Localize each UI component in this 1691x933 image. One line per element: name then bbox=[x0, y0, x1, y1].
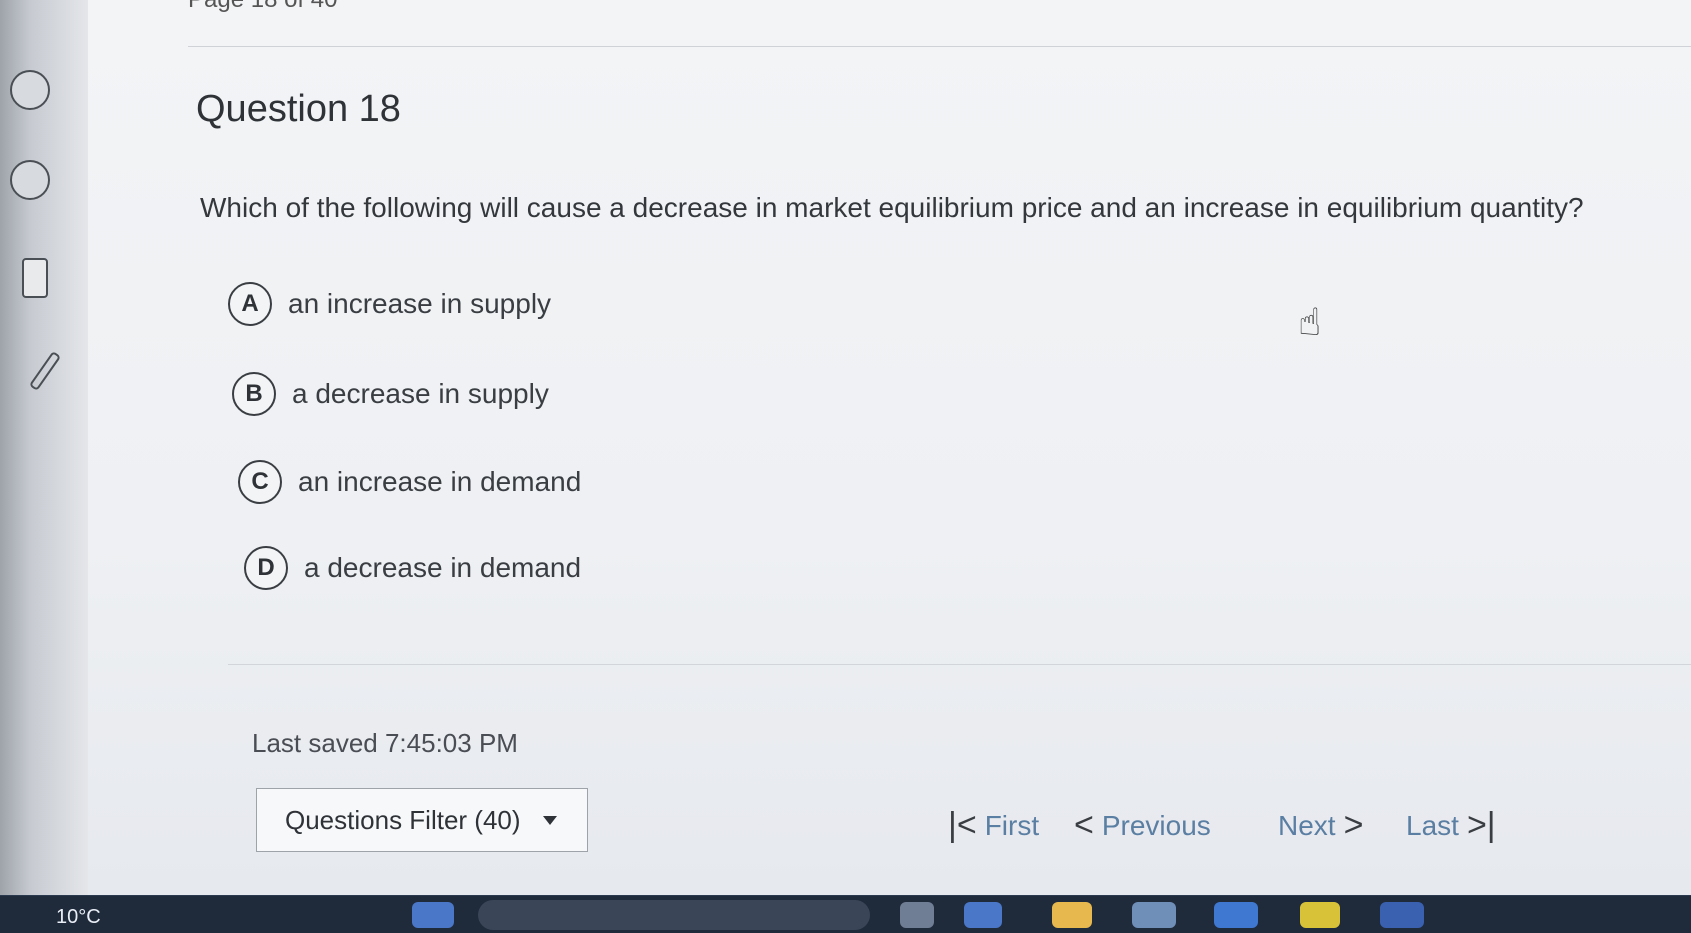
answer-option-a[interactable]: A an increase in supply bbox=[228, 282, 551, 326]
next-button[interactable]: Next > bbox=[1278, 806, 1363, 845]
calculator-icon[interactable] bbox=[22, 258, 48, 298]
first-label: First bbox=[984, 809, 1040, 841]
page-counter: Page 18 of 40 bbox=[188, 0, 337, 14]
app-icon[interactable] bbox=[1132, 902, 1176, 928]
questions-filter-dropdown[interactable]: Questions Filter (40) bbox=[256, 788, 588, 852]
taskbar: 10°C bbox=[0, 895, 1691, 933]
pen-icon[interactable] bbox=[30, 350, 60, 390]
first-button[interactable]: |< First bbox=[948, 806, 1039, 845]
app-icon[interactable] bbox=[1380, 902, 1424, 928]
last-label: Last bbox=[1406, 809, 1459, 841]
option-text: an increase in demand bbox=[298, 466, 582, 497]
last-saved-status: Last saved 7:45:03 PM bbox=[252, 728, 518, 758]
folder-icon[interactable] bbox=[1052, 902, 1092, 928]
question-title: Question 18 bbox=[196, 88, 401, 130]
question-text: Which of the following will cause a decr… bbox=[200, 192, 1584, 223]
chevron-left-icon: < bbox=[1074, 806, 1094, 844]
app-icon[interactable] bbox=[964, 902, 1002, 928]
question-page: Page 18 of 40 Question 18 Which of the f… bbox=[88, 0, 1691, 895]
answer-option-c[interactable]: C an increase in demand bbox=[238, 460, 581, 504]
timer-icon[interactable] bbox=[10, 160, 50, 200]
first-page-icon: |< bbox=[948, 806, 977, 844]
option-letter-badge: D bbox=[244, 546, 288, 590]
option-letter-badge: A bbox=[228, 282, 272, 326]
windows-start-icon[interactable] bbox=[412, 902, 454, 928]
caret-down-icon bbox=[542, 815, 557, 825]
last-page-icon: >| bbox=[1466, 806, 1496, 844]
weather-widget[interactable]: 10°C bbox=[56, 906, 101, 929]
previous-button[interactable]: < Previous bbox=[1074, 806, 1211, 845]
option-text: an increase in supply bbox=[288, 288, 552, 319]
next-label: Next bbox=[1278, 809, 1336, 841]
clock-icon[interactable] bbox=[10, 70, 50, 110]
answer-option-d[interactable]: D a decrease in demand bbox=[244, 546, 581, 590]
chevron-right-icon: > bbox=[1343, 806, 1364, 844]
left-tool-rail bbox=[0, 0, 89, 895]
divider bbox=[188, 46, 1691, 47]
previous-label: Previous bbox=[1101, 809, 1211, 841]
hand-pointer-icon: ☝ bbox=[1298, 302, 1322, 344]
divider bbox=[228, 664, 1691, 665]
option-letter-badge: C bbox=[238, 460, 282, 504]
filter-label: Questions Filter (40) bbox=[285, 804, 521, 835]
option-letter-badge: B bbox=[232, 372, 276, 416]
last-button[interactable]: Last >| bbox=[1406, 806, 1496, 845]
app-icon[interactable] bbox=[900, 902, 934, 928]
browser-icon[interactable] bbox=[1300, 902, 1340, 928]
taskbar-search[interactable] bbox=[478, 900, 870, 930]
answer-option-b[interactable]: B a decrease in supply bbox=[232, 372, 549, 416]
app-icon[interactable] bbox=[1214, 902, 1258, 928]
option-text: a decrease in demand bbox=[304, 552, 582, 583]
option-text: a decrease in supply bbox=[292, 378, 549, 409]
